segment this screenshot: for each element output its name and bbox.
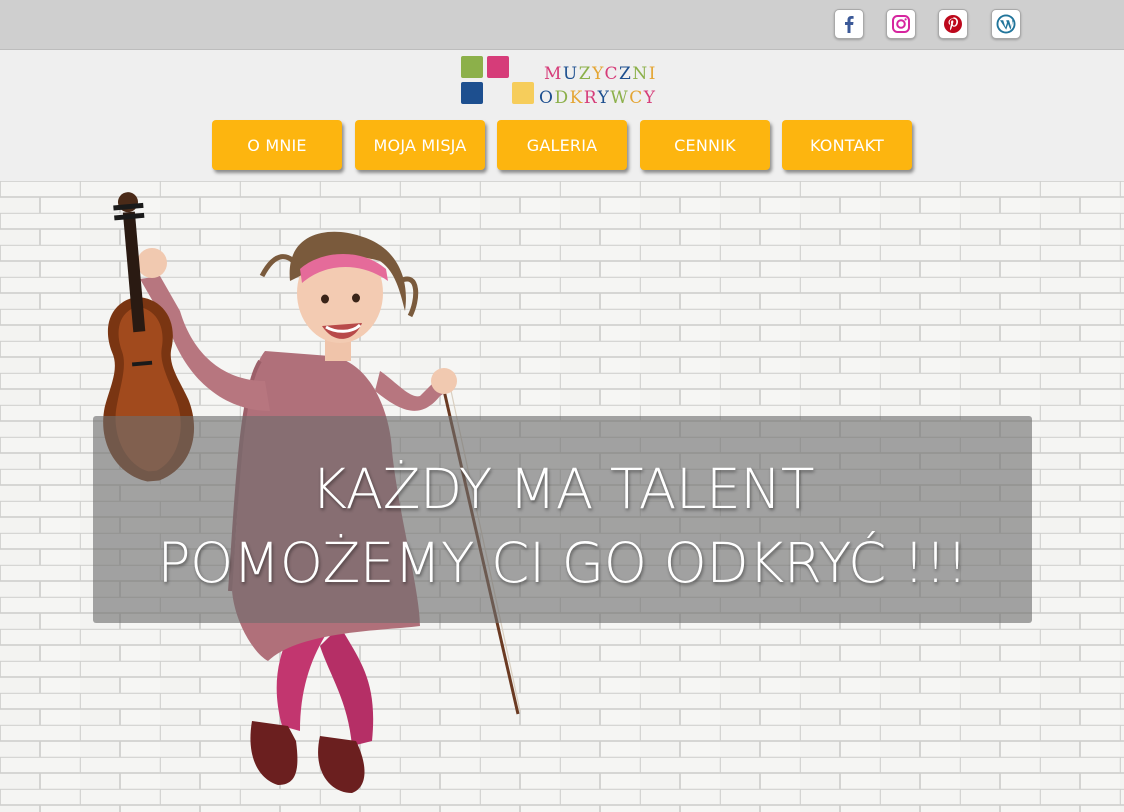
logo-square-green bbox=[461, 56, 483, 78]
hero-banner: KAŻDY MA TALENT POMOŻEMY CI GO ODKRYĆ !!… bbox=[0, 181, 1124, 812]
hero-headline-line1: KAŻDY MA TALENT bbox=[311, 457, 814, 521]
logo-letter: O bbox=[539, 88, 555, 108]
pinterest-icon[interactable] bbox=[938, 9, 968, 39]
logo-text-line2: ODKRYWCY bbox=[539, 88, 657, 108]
logo-square-blue bbox=[461, 82, 483, 104]
logo-letter: Y bbox=[597, 88, 611, 108]
logo-letter: D bbox=[554, 88, 570, 108]
logo-letter: I bbox=[648, 64, 657, 84]
logo-letter: K bbox=[569, 88, 584, 108]
site-logo[interactable]: MUZYCZNI ODKRYWCY bbox=[460, 56, 670, 108]
logo-letter: C bbox=[629, 88, 644, 108]
logo-letter: U bbox=[562, 64, 579, 84]
logo-text-line1: MUZYCZNI bbox=[544, 64, 657, 84]
logo-letter: Y bbox=[643, 88, 657, 108]
hero-headline-line2: POMOŻEMY CI GO ODKRYĆ !!! bbox=[157, 531, 968, 595]
logo-letter: Y bbox=[592, 64, 605, 84]
logo-letter: W bbox=[610, 88, 630, 108]
logo-letter: Z bbox=[619, 64, 633, 84]
logo-letter: Z bbox=[578, 64, 593, 84]
nav-item-moja-misja[interactable]: MOJA MISJA bbox=[355, 120, 485, 170]
wordpress-icon[interactable] bbox=[991, 9, 1021, 39]
nav-item-cennik[interactable]: CENNIK bbox=[640, 120, 770, 170]
facebook-icon[interactable] bbox=[834, 9, 864, 39]
instagram-icon[interactable] bbox=[886, 9, 916, 39]
logo-letter: R bbox=[583, 88, 598, 108]
nav-item-kontakt[interactable]: KONTAKT bbox=[782, 120, 912, 170]
logo-square-yellow bbox=[512, 82, 534, 104]
logo-square-pink bbox=[487, 56, 509, 78]
logo-letter: C bbox=[604, 64, 620, 84]
nav-item-o-mnie[interactable]: O MNIE bbox=[212, 120, 342, 170]
logo-letter: N bbox=[632, 64, 649, 84]
logo-letter: M bbox=[544, 64, 563, 84]
site-header: MUZYCZNI ODKRYWCY O MNIE MOJA MISJA GALE… bbox=[0, 50, 1124, 181]
nav-item-galeria[interactable]: GALERIA bbox=[497, 120, 627, 170]
social-bar bbox=[0, 0, 1124, 50]
